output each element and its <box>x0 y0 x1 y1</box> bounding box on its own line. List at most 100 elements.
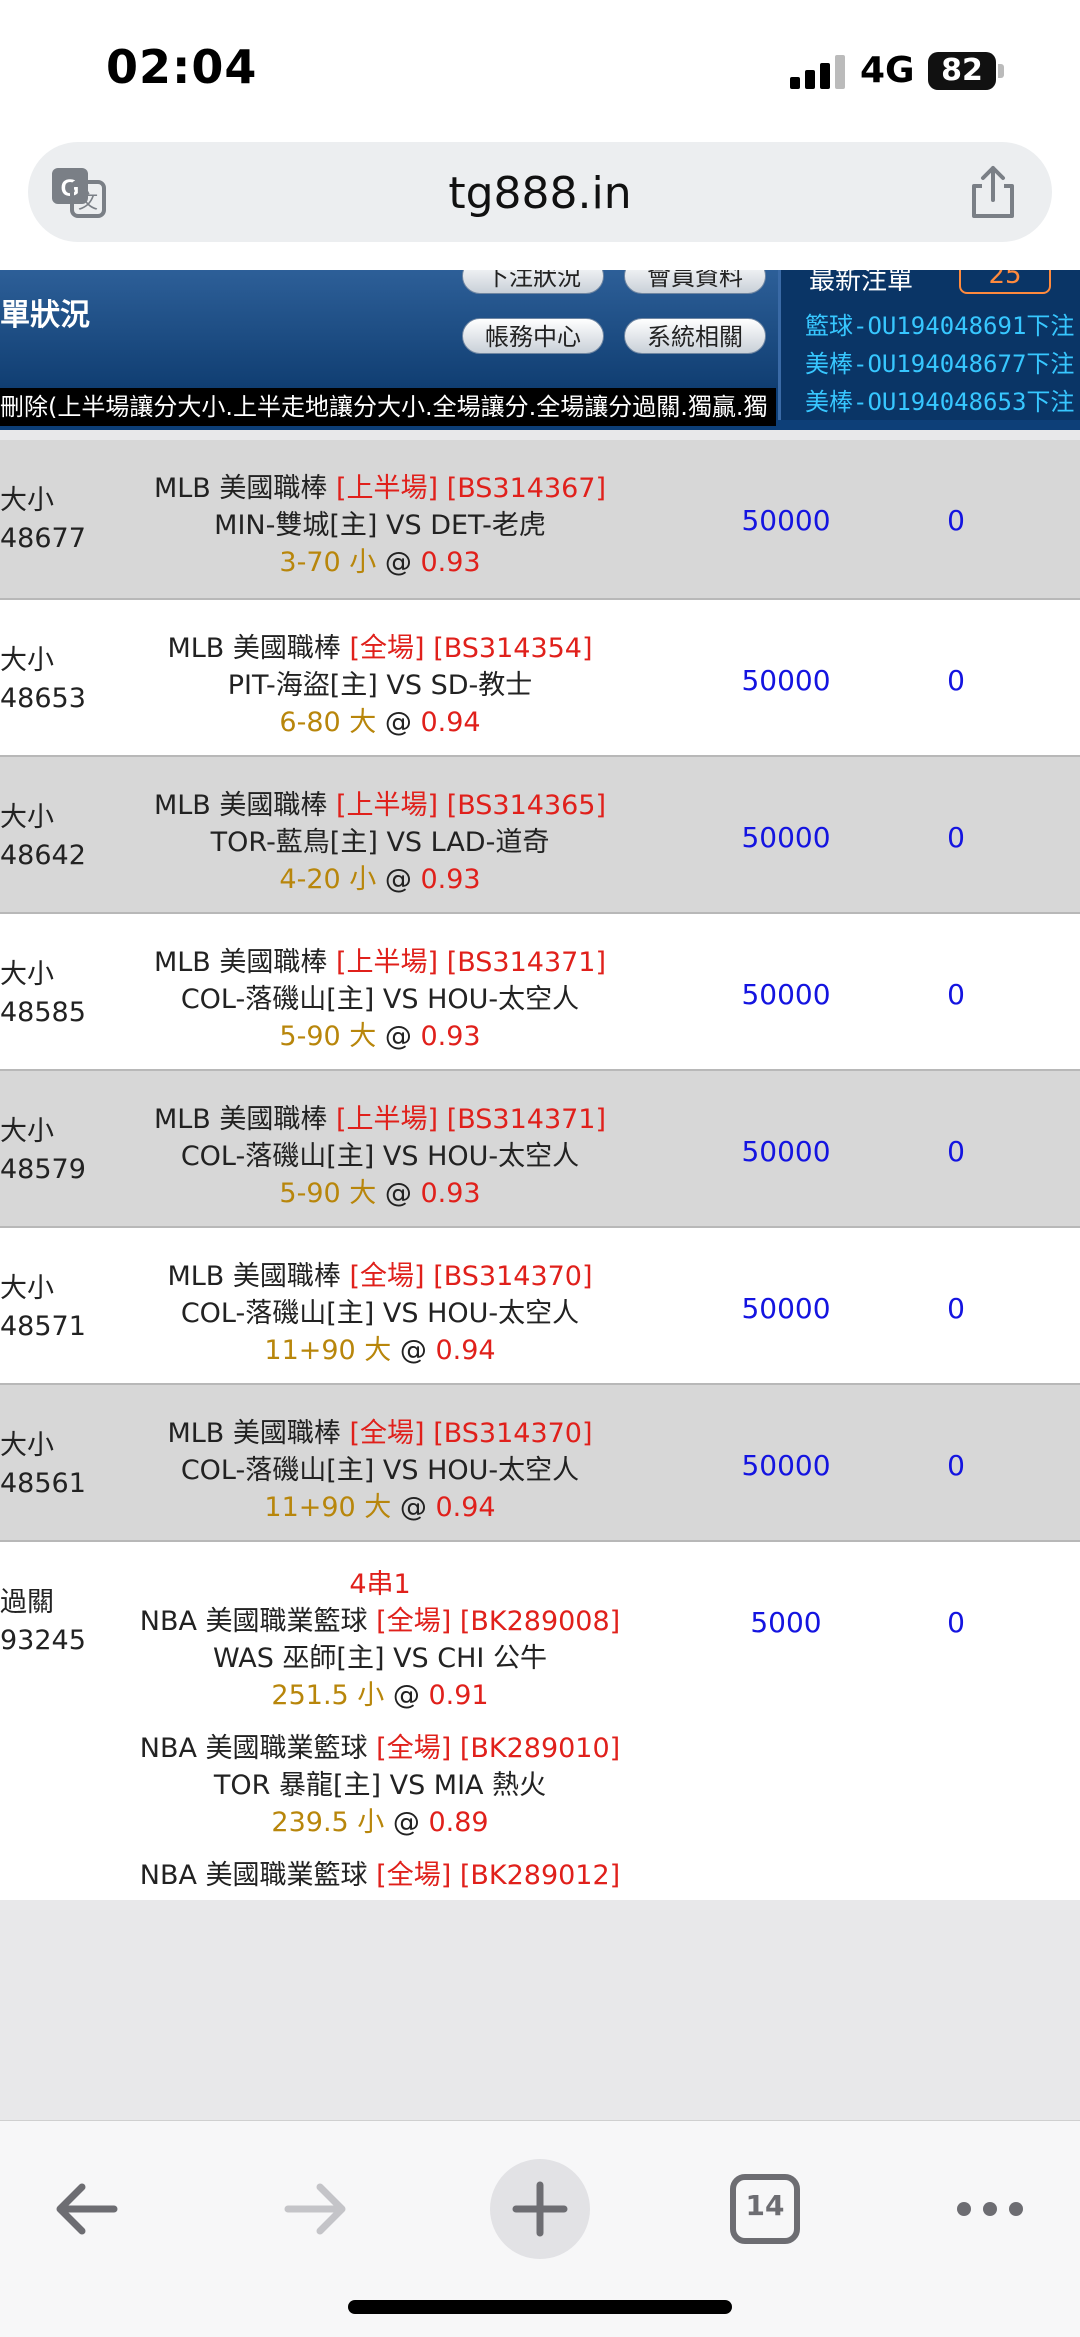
bet-line: 11+90 大 <box>264 1335 392 1366</box>
bet-list: 大小 48677 MLB 美國職棒 [上半場] [BS314367] MIN-雙… <box>0 440 1080 1900</box>
network-type: 4G <box>860 50 915 91</box>
bet-type: 大小 <box>0 1116 54 1147</box>
bet-type: 大小 <box>0 485 54 516</box>
period: [上半場] <box>336 790 439 821</box>
table-row: 大小 48677 MLB 美國職棒 [上半場] [BS314367] MIN-雙… <box>0 440 1080 600</box>
event-code: [BS314367] <box>446 473 607 504</box>
announcement-ticker: 刪除(上半場讓分大小.上半走地讓分大小.全場讓分.全場讓分過關.獨贏.獨 <box>0 388 776 426</box>
league: NBA 美國職業籃球 <box>139 1733 368 1764</box>
bet-result: 0 <box>947 1135 965 1168</box>
period: [全場] <box>349 1261 425 1292</box>
league: NBA 美國職業籃球 <box>139 1606 368 1637</box>
at-sign: @ <box>376 864 421 895</box>
odds: 0.94 <box>435 1492 496 1523</box>
event-code: [BK289008] <box>459 1606 621 1637</box>
bet-detail: MLB 美國職棒 [上半場] [BS314371] COL-落磯山[主] VS … <box>70 1101 690 1212</box>
period: [全場] <box>349 633 425 664</box>
latest-bets-label: 最新注單 <box>809 270 914 296</box>
at-sign: @ <box>376 707 421 738</box>
bet-detail: MLB 美國職棒 [全場] [BS314370] COL-落磯山[主] VS H… <box>70 1258 690 1369</box>
event-code: [BS314371] <box>446 947 607 978</box>
system-button[interactable]: 系統相關 <box>624 318 766 354</box>
table-row: 大小 48585 MLB 美國職棒 [上半場] [BS314371] COL-落… <box>0 914 1080 1071</box>
bet-amount: 50000 <box>741 1135 831 1168</box>
browser-toolbar: G 文 tg888.in <box>0 130 1080 270</box>
more-icon[interactable] <box>930 2149 1050 2269</box>
bet-line: 5-90 大 <box>279 1178 377 1209</box>
header-panel: 單狀況 下注狀況 會員資料 帳務中心 系統相關 <box>0 270 780 388</box>
tab-count: 14 <box>745 2189 785 2222</box>
league: MLB 美國職棒 <box>167 1261 341 1292</box>
tabs-icon[interactable]: 14 <box>705 2149 825 2269</box>
latest-bet-item[interactable]: 美棒-OU194048677下注 <box>805 344 1074 379</box>
league: MLB 美國職棒 <box>153 790 328 821</box>
site-header: 單狀況 下注狀況 會員資料 帳務中心 系統相關 刪除(上半場讓分大小.上半走地讓… <box>0 270 1080 430</box>
bet-line: 5-90 大 <box>279 1021 377 1052</box>
period: [全場] <box>376 1733 452 1764</box>
league: MLB 美國職棒 <box>167 1418 341 1449</box>
bet-amount: 50000 <box>741 504 831 537</box>
odds: 0.93 <box>420 1178 481 1209</box>
bet-type: 大小 <box>0 1430 54 1461</box>
parlay-label: 4串1 <box>349 1569 411 1600</box>
address-bar[interactable]: G 文 tg888.in <box>28 142 1052 242</box>
latest-bet-item[interactable]: 美棒-OU194048653下注 <box>805 382 1074 417</box>
at-sign: @ <box>391 1492 436 1523</box>
period: [全場] <box>376 1606 452 1637</box>
teams: TOR-藍鳥[主] VS LAD-道奇 <box>210 827 550 858</box>
bet-line: 3-70 小 <box>279 547 377 578</box>
bet-amount: 50000 <box>741 1449 831 1482</box>
odds: 0.89 <box>428 1807 489 1838</box>
at-sign: @ <box>376 1178 421 1209</box>
teams: TOR 暴龍[主] VS MIA 熱火 <box>213 1770 547 1801</box>
bet-amount: 50000 <box>741 821 831 854</box>
bet-detail: MLB 美國職棒 [全場] [BS314354] PIT-海盜[主] VS SD… <box>70 630 690 741</box>
bet-type: 過關 <box>0 1587 54 1618</box>
bet-type: 大小 <box>0 645 54 676</box>
latest-bets-panel: 最新注單 25 籃球-OU194048691下注 美棒-OU194048677下… <box>778 270 1080 420</box>
forward-arrow-icon[interactable] <box>254 2149 374 2269</box>
latest-bet-item[interactable]: 籃球-OU194048691下注 <box>805 306 1074 341</box>
teams: MIN-雙城[主] VS DET-老虎 <box>214 510 546 541</box>
event-code: [BS314354] <box>433 633 593 664</box>
plus-icon[interactable] <box>480 2149 600 2269</box>
event-code: [BS314370] <box>433 1261 593 1292</box>
teams: PIT-海盜[主] VS SD-教士 <box>227 670 533 701</box>
bet-amount: 50000 <box>741 1292 831 1325</box>
event-code: [BS314371] <box>446 1104 607 1135</box>
odds: 0.93 <box>420 547 481 578</box>
bet-result: 0 <box>947 1449 965 1482</box>
latest-bets-count: 25 <box>959 270 1051 294</box>
bet-status-button[interactable]: 下注狀況 <box>462 270 604 294</box>
bet-type: 大小 <box>0 802 54 833</box>
account-center-button[interactable]: 帳務中心 <box>462 318 604 354</box>
bet-line: 239.5 小 <box>271 1807 385 1838</box>
table-row: 大小 48642 MLB 美國職棒 [上半場] [BS314365] TOR-藍… <box>0 757 1080 914</box>
bet-result: 0 <box>947 664 965 697</box>
bet-result: 0 <box>947 504 965 537</box>
parlay-detail: 4串1 NBA 美國職業籃球 [全場] [BK289008] WAS 巫師[主]… <box>70 1566 690 1894</box>
odds: 0.94 <box>420 707 481 738</box>
url-text[interactable]: tg888.in <box>28 168 1052 219</box>
league: MLB 美國職棒 <box>153 947 328 978</box>
teams: WAS 巫師[主] VS CHI 公牛 <box>213 1643 547 1674</box>
period: [上半場] <box>336 473 439 504</box>
event-code: [BK289012] <box>459 1860 621 1891</box>
bet-result: 0 <box>947 1606 965 1639</box>
back-arrow-icon[interactable] <box>28 2149 148 2269</box>
bet-result: 0 <box>947 821 965 854</box>
odds: 0.93 <box>420 864 481 895</box>
bet-detail: MLB 美國職棒 [上半場] [BS314371] COL-落磯山[主] VS … <box>70 944 690 1055</box>
battery-cap <box>998 64 1004 78</box>
at-sign: @ <box>391 1335 436 1366</box>
at-sign: @ <box>384 1680 429 1711</box>
bet-detail: MLB 美國職棒 [全場] [BS314370] COL-落磯山[主] VS H… <box>70 1415 690 1526</box>
bet-amount: 5000 <box>750 1606 822 1639</box>
member-info-button[interactable]: 會員資料 <box>624 270 766 294</box>
period: [全場] <box>376 1860 452 1891</box>
period: [上半場] <box>336 1104 439 1135</box>
odds: 0.93 <box>420 1021 481 1052</box>
status-time: 02:04 <box>106 40 258 94</box>
share-icon[interactable] <box>966 164 1020 220</box>
odds: 0.94 <box>435 1335 496 1366</box>
